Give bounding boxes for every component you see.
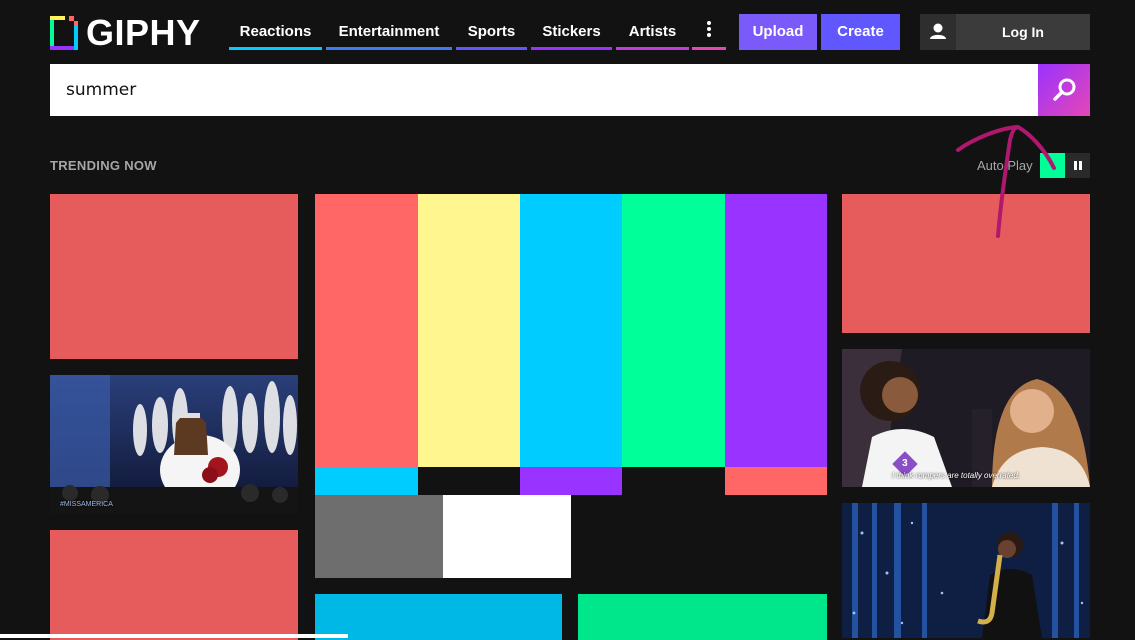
pageant-crowning-image — [50, 375, 298, 514]
gif-tile-test-pattern[interactable] — [315, 194, 827, 578]
pageant-right-caption: I think rompers are totally overrated. — [892, 471, 1021, 480]
nav-underline — [531, 47, 612, 50]
more-vertical-icon[interactable] — [692, 14, 726, 50]
gif-tile-placeholder[interactable] — [842, 194, 1090, 333]
pageant-interview-image — [842, 349, 1090, 487]
autoplay-label: Auto Play — [977, 158, 1033, 173]
gif-tile-placeholder[interactable] — [578, 594, 827, 640]
nav-stickers[interactable]: Stickers — [531, 14, 612, 50]
giphy-logo-text[interactable]: GIPHY — [86, 12, 201, 54]
saxophone-performer-image — [842, 503, 1090, 638]
create-button[interactable]: Create — [821, 14, 900, 50]
nav-underline — [616, 47, 689, 50]
login-label: Log In — [1002, 24, 1044, 40]
nav-reactions-label: Reactions — [239, 23, 312, 40]
gif-tile-saxophone[interactable] — [842, 503, 1090, 638]
status-bar-fragment — [0, 634, 348, 638]
nav-underline — [456, 47, 527, 50]
nav-reactions[interactable]: Reactions — [229, 14, 322, 50]
gif-tile-pageant-crowning[interactable]: #MISSAMERICA — [50, 375, 298, 514]
nav-entertainment[interactable]: Entertainment — [326, 14, 452, 50]
trending-heading: TRENDING NOW — [50, 158, 157, 173]
giphy-logo-icon[interactable] — [50, 16, 78, 50]
nav-underline — [326, 47, 452, 50]
nav-stickers-label: Stickers — [542, 23, 601, 40]
search-input[interactable] — [50, 64, 1038, 116]
nav-underline — [229, 47, 322, 50]
upload-button[interactable]: Upload — [739, 14, 817, 50]
login-button[interactable]: Log In — [920, 14, 1090, 50]
gif-tile-pageant-interview[interactable]: 3 I think rompers are totally overrated. — [842, 349, 1090, 487]
nav-artists[interactable]: Artists — [616, 14, 689, 50]
play-icon[interactable] — [1040, 153, 1065, 178]
nav-sports[interactable]: Sports — [456, 14, 527, 50]
nav-artists-label: Artists — [628, 23, 677, 40]
nav-entertainment-label: Entertainment — [338, 23, 440, 40]
gif-tile-placeholder[interactable] — [315, 594, 562, 640]
gif-tile-placeholder[interactable] — [50, 530, 298, 640]
search-icon — [1053, 78, 1076, 101]
loading-test-pattern — [315, 194, 827, 578]
nav-sports-label: Sports — [467, 23, 516, 40]
user-icon — [920, 14, 956, 50]
gif-tile-placeholder[interactable] — [50, 194, 298, 359]
pageant-left-caption: #MISSAMERICA — [60, 501, 113, 508]
search-button[interactable] — [1038, 64, 1090, 116]
pause-icon[interactable] — [1065, 153, 1090, 178]
